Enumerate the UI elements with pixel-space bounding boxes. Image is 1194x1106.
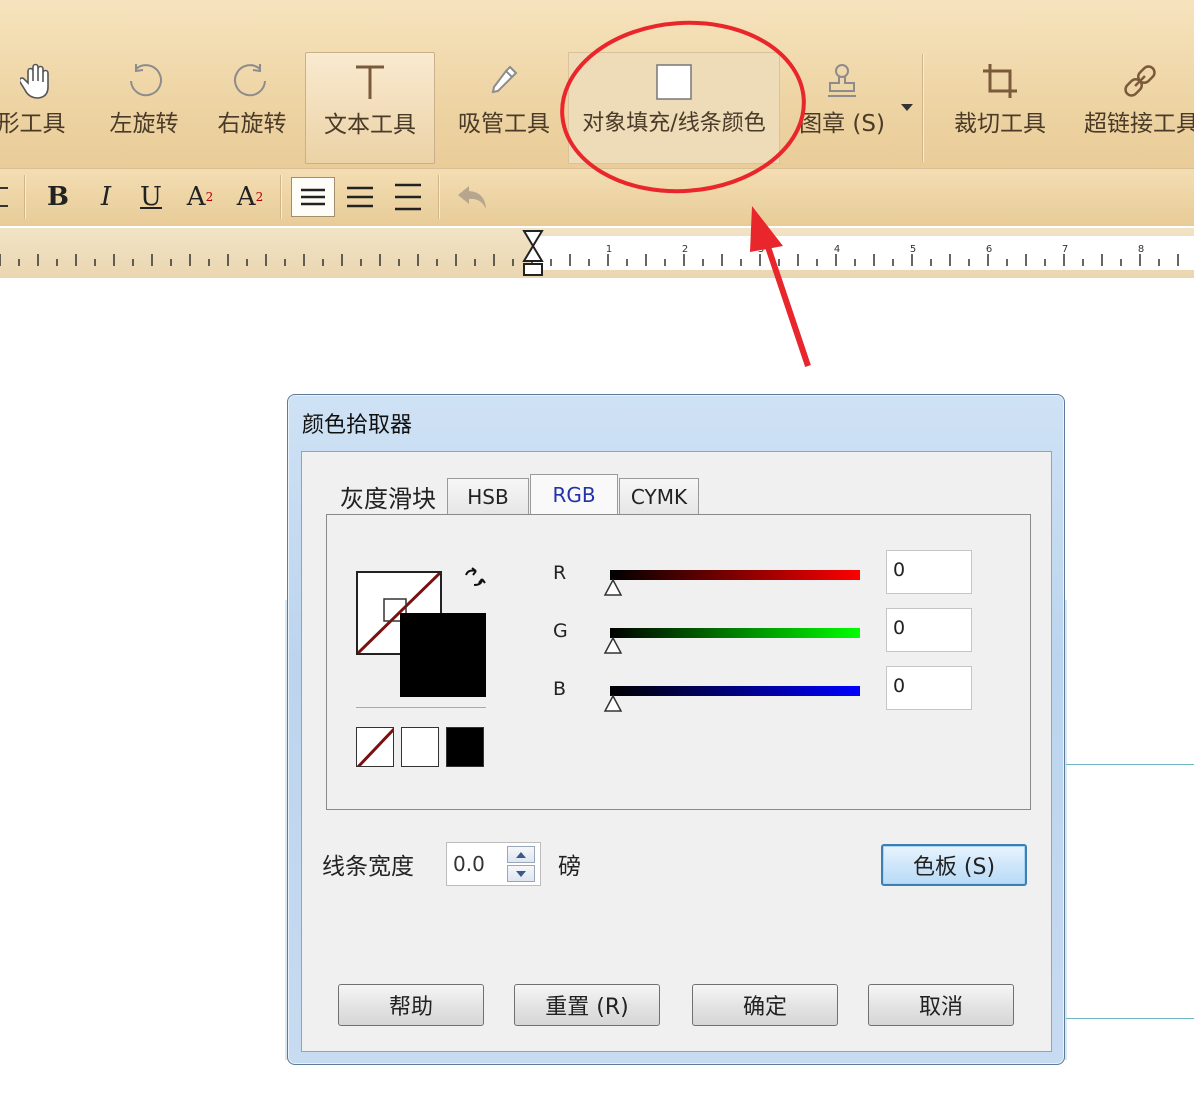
hand-tool-button[interactable]: 形工具 bbox=[0, 52, 76, 164]
rotate-left-icon bbox=[124, 52, 164, 110]
main-toolbar: 形工具 左旋转 右旋转 文本工具 吸管工具 对象填充/线条颜色 图章 (S) 裁… bbox=[0, 0, 1194, 168]
text-tool-button[interactable]: 文本工具 bbox=[305, 52, 435, 164]
align-center-button[interactable] bbox=[340, 177, 380, 217]
overflow-menu-icon[interactable] bbox=[0, 187, 8, 207]
channel-b-slider[interactable] bbox=[610, 686, 860, 696]
align-center-icon bbox=[347, 186, 373, 208]
superscript-button[interactable]: A2 bbox=[180, 177, 220, 217]
hyperlink-tool-button[interactable]: 超链接工具 bbox=[1080, 52, 1194, 164]
rotate-right-icon bbox=[232, 52, 272, 110]
indent-marker-icon[interactable] bbox=[521, 228, 545, 278]
dialog-title: 颜色拾取器 bbox=[302, 413, 413, 438]
align-right-button[interactable] bbox=[388, 177, 428, 217]
text-tool-icon bbox=[353, 53, 387, 111]
tab-grayscale-slider[interactable]: 灰度滑块 bbox=[338, 478, 438, 514]
channel-g-slider[interactable] bbox=[610, 628, 860, 638]
stamp-dropdown-arrow-icon[interactable] bbox=[901, 104, 913, 111]
document-line bbox=[1066, 1018, 1194, 1019]
channel-r-thumb-icon[interactable] bbox=[603, 579, 623, 597]
format-separator bbox=[24, 175, 26, 219]
spin-down-icon bbox=[516, 870, 526, 877]
line-width-unit: 磅 bbox=[558, 854, 581, 880]
ruler-ticks: 1 2 3 4 5 6 7 8 bbox=[0, 244, 1179, 266]
ruler-label: 5 bbox=[910, 244, 916, 255]
superscript-base: A bbox=[186, 182, 206, 212]
subscript-button[interactable]: A2 bbox=[230, 177, 270, 217]
channel-g-thumb-icon[interactable] bbox=[603, 637, 623, 655]
link-icon bbox=[1080, 52, 1194, 110]
crop-icon bbox=[980, 52, 1020, 110]
ok-button[interactable]: 确定 bbox=[692, 984, 838, 1026]
line-width-increment-button[interactable] bbox=[507, 846, 535, 863]
undo-icon bbox=[458, 186, 486, 209]
format-separator bbox=[438, 175, 440, 219]
channel-r-slider[interactable] bbox=[610, 570, 860, 580]
help-button[interactable]: 帮助 bbox=[338, 984, 484, 1026]
eyedropper-button[interactable]: 吸管工具 bbox=[452, 52, 556, 164]
line-color-swatch[interactable] bbox=[400, 613, 486, 697]
ruler-label: 2 bbox=[682, 244, 688, 255]
ruler-label: 3 bbox=[758, 244, 764, 255]
channel-b-label: B bbox=[553, 678, 567, 700]
tab-hsb[interactable]: HSB bbox=[447, 478, 529, 514]
stamp-icon bbox=[822, 52, 862, 110]
swap-colors-icon[interactable] bbox=[462, 565, 488, 591]
preset-black-swatch[interactable] bbox=[446, 727, 484, 767]
color-swatch-icon bbox=[654, 53, 694, 111]
underline-button[interactable]: U bbox=[131, 177, 171, 217]
channel-b-input[interactable]: 0 bbox=[886, 666, 972, 710]
channel-b-thumb-icon[interactable] bbox=[603, 695, 623, 713]
italic-button[interactable]: I bbox=[86, 177, 126, 217]
eyedropper-icon bbox=[486, 52, 522, 110]
tab-rgb[interactable]: RGB bbox=[530, 474, 618, 514]
channel-g-label: G bbox=[553, 620, 568, 642]
rotate-right-button[interactable]: 右旋转 bbox=[210, 52, 294, 164]
channel-g-input[interactable]: 0 bbox=[886, 608, 972, 652]
stamp-button[interactable]: 图章 (S) bbox=[799, 52, 885, 164]
rotate-left-button[interactable]: 左旋转 bbox=[102, 52, 186, 164]
ruler-label: 4 bbox=[834, 244, 840, 255]
align-right-icon bbox=[395, 183, 421, 211]
dialog-client-area: 灰度滑块 HSB RGB CYMK R 0 G 0 B 0 线条宽度 0.0 磅… bbox=[301, 451, 1052, 1052]
channel-r-input[interactable]: 0 bbox=[886, 550, 972, 594]
line-width-label: 线条宽度 bbox=[322, 854, 414, 880]
spin-up-icon bbox=[516, 851, 526, 858]
no-color-slash-icon bbox=[357, 728, 393, 766]
document-line bbox=[1066, 764, 1194, 765]
ruler-label: 8 bbox=[1138, 244, 1144, 255]
horizontal-ruler: 1 2 3 4 5 6 7 8 bbox=[0, 228, 1194, 278]
toolbar-separator bbox=[922, 54, 924, 162]
rgb-tab-panel: R 0 G 0 B 0 bbox=[326, 514, 1031, 810]
swatch-divider bbox=[356, 707, 486, 708]
palette-button[interactable]: 色板 (S) bbox=[881, 844, 1027, 886]
subscript-mark: 2 bbox=[255, 190, 264, 204]
crop-tool-button[interactable]: 裁切工具 bbox=[945, 52, 1055, 164]
ruler-label: 7 bbox=[1062, 244, 1068, 255]
ruler-label: 6 bbox=[986, 244, 992, 255]
line-width-decrement-button[interactable] bbox=[507, 865, 535, 882]
ruler-label: 1 bbox=[606, 244, 612, 255]
tab-cymk[interactable]: CYMK bbox=[619, 478, 699, 514]
preset-white-swatch[interactable] bbox=[401, 727, 439, 767]
subscript-base: A bbox=[236, 182, 256, 212]
align-left-icon bbox=[301, 188, 325, 206]
reset-button[interactable]: 重置 (R) bbox=[514, 984, 660, 1026]
channel-r-label: R bbox=[553, 562, 567, 584]
hand-icon bbox=[20, 52, 56, 110]
cancel-button[interactable]: 取消 bbox=[868, 984, 1014, 1026]
fill-line-color-button[interactable]: 对象填充/线条颜色 bbox=[568, 52, 780, 164]
undo-button[interactable] bbox=[452, 177, 492, 217]
preset-none-swatch[interactable] bbox=[356, 727, 394, 767]
bold-button[interactable]: B bbox=[38, 177, 78, 217]
color-picker-dialog: 颜色拾取器 灰度滑块 HSB RGB CYMK R 0 G 0 B 0 线条宽度… bbox=[287, 394, 1065, 1065]
format-toolbar: B I U A2 A2 bbox=[0, 168, 1194, 226]
align-left-button[interactable] bbox=[291, 177, 335, 217]
format-separator bbox=[280, 175, 282, 219]
superscript-mark: 2 bbox=[205, 190, 214, 204]
